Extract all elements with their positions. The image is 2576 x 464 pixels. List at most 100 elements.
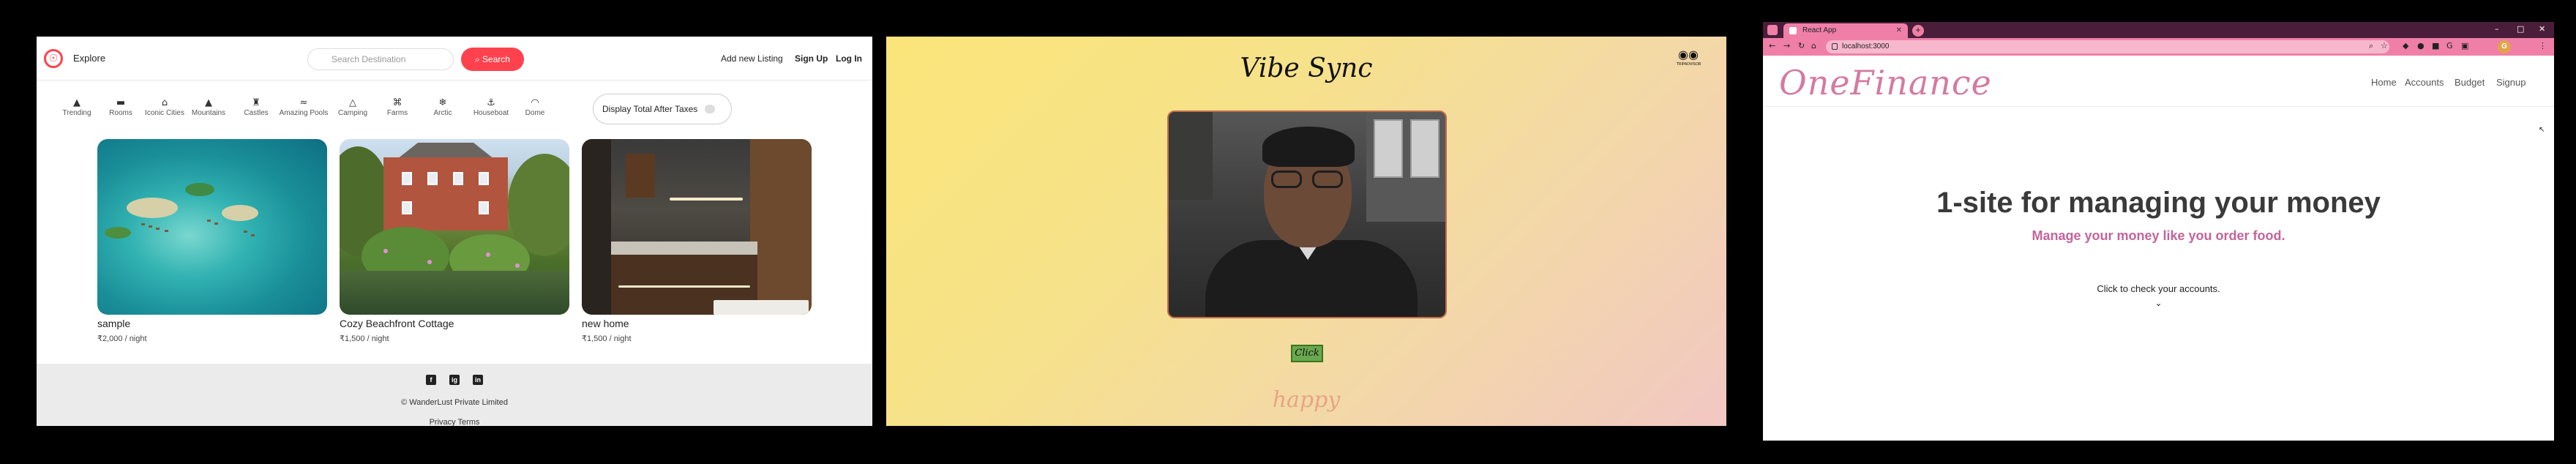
forward-icon[interactable]: → [1783, 41, 1790, 50]
webcam-feed [1167, 111, 1447, 318]
navbar: ☉ Explore Search Destination ⌕ Search Ad… [37, 37, 872, 81]
filter-castles[interactable]: ♜ Castles [231, 97, 282, 117]
listing-title[interactable]: Cozy Beachfront Cottage [340, 318, 569, 329]
filter-label: Arctic [433, 109, 452, 117]
hero-tagline: Manage your money like you order food. [2032, 228, 2285, 243]
filter-label: Houseboat [473, 109, 509, 117]
site-info-icon[interactable] [1832, 43, 1838, 50]
filter-amazing-pools[interactable]: ≈ Amazing Pools [278, 97, 329, 117]
react-favicon-icon [1789, 27, 1797, 34]
instagram-icon[interactable]: ig [449, 375, 460, 385]
compass-logo-icon[interactable]: ☉ [44, 49, 63, 68]
extension-icon[interactable]: ■ [2432, 41, 2439, 50]
browser-tab-bar: React App ✕ + – □ ✕ [1763, 22, 2554, 38]
accounts-cta[interactable]: Click to check your accounts. [1763, 283, 2554, 294]
zoom-icon[interactable]: ⌕ [2369, 41, 2373, 51]
google-icon[interactable]: G [2446, 41, 2453, 50]
filter-label: Farms [386, 109, 408, 117]
listing-image-kitchen[interactable] [582, 139, 812, 315]
menu-dots-icon[interactable]: ⋮ [2539, 41, 2547, 50]
nav-signup[interactable]: Signup [2496, 77, 2526, 88]
listing-card[interactable]: new home ₹1,500 / night [582, 139, 812, 343]
search-button-label: Search [482, 54, 511, 64]
wanderlust-window: ☉ Explore Search Destination ⌕ Search Ad… [37, 37, 872, 426]
filter-label: Trending [62, 109, 91, 117]
site-header: OneFinance Home Accounts Budget Signup [1763, 56, 2554, 107]
copyright-text: © WanderLust Private Limited [401, 398, 508, 407]
reload-icon[interactable]: ↻ [1798, 41, 1805, 50]
add-listing-link[interactable]: Add new Listing [721, 53, 783, 64]
new-tab-icon[interactable]: + [1912, 25, 1924, 37]
hero-headline: 1-site for managing your money [1936, 187, 2381, 219]
extension-icon[interactable]: ● [2417, 41, 2425, 50]
extension-icon[interactable]: ◆ [2403, 41, 2408, 50]
listing-price: ₹2,000 / night [97, 334, 147, 343]
mouse-cursor-icon: ↖ [2539, 126, 2545, 134]
footer: f ig in © WanderLust Private Limited Pri… [37, 364, 872, 426]
close-tab-icon[interactable]: ✕ [1896, 23, 1902, 38]
filter-farms[interactable]: ⌘ Farms [372, 97, 423, 117]
brand-logo[interactable]: OneFinance [1779, 63, 1992, 102]
page-title: Vibe Sync [1240, 53, 1373, 83]
listing-card[interactable]: sample ₹2,000 / night [97, 139, 327, 343]
nav-budget[interactable]: Budget [2455, 77, 2485, 88]
linkedin-icon[interactable]: in [473, 375, 483, 385]
onefinance-browser-window: React App ✕ + – □ ✕ ← → ↻ ⌂ localhost:30… [1763, 22, 2554, 441]
owl-logo-icon: ◉◉ TRIPADVISOR [1677, 48, 1701, 67]
filter-arctic[interactable]: ❄ Arctic [417, 97, 468, 117]
mountain-icon: ▲ [205, 97, 212, 108]
home-icon[interactable]: ⌂ [1811, 41, 1816, 50]
tab-actions-icon[interactable] [1767, 25, 1778, 35]
login-link[interactable]: Log In [836, 53, 862, 64]
filter-mountains[interactable]: ▲ Mountains [183, 97, 234, 117]
filter-camping[interactable]: △ Camping [327, 97, 378, 117]
facebook-icon[interactable]: f [426, 375, 436, 385]
url-text: localhost:3000 [1842, 42, 1890, 50]
listing-image-island-resort[interactable] [97, 139, 327, 315]
search-button[interactable]: ⌕ Search [461, 48, 524, 71]
filter-label: Castles [244, 109, 269, 117]
footer-links[interactable]: Privacy Terms [37, 418, 872, 426]
camping-icon: △ [349, 97, 356, 108]
browser-toolbar: ← → ↻ ⌂ localhost:3000 ⌕ ☆ ◆ ● ■ G ▣ G ⋮ [1763, 38, 2554, 56]
search-input[interactable]: Search Destination [307, 48, 454, 70]
search-icon: ⌕ [474, 54, 483, 64]
minimize-icon[interactable]: – [2495, 24, 2499, 34]
browser-tab[interactable]: React App ✕ [1783, 23, 1908, 38]
listing-title[interactable]: sample [97, 318, 327, 329]
filter-label: Mountains [191, 109, 226, 117]
tax-toggle[interactable]: Display Total After Taxes [593, 94, 732, 124]
filter-bar: ▲ Trending ▬ Rooms ⌂ Iconic Cities ▲ Mountai… [37, 91, 872, 128]
bookmark-star-icon[interactable]: ☆ [2381, 41, 2388, 50]
puzzle-icon[interactable]: ▣ [2461, 41, 2468, 50]
dome-icon: ◠ [531, 97, 539, 108]
mood-result: happy [1272, 387, 1341, 413]
nav-home[interactable]: Home [2371, 77, 2397, 88]
click-button[interactable]: Click [1291, 345, 1323, 362]
castle-icon: ♜ [252, 97, 261, 108]
filter-label: Iconic Cities [145, 109, 184, 117]
filter-label: Camping [337, 109, 368, 117]
profile-avatar[interactable]: G [2498, 40, 2511, 53]
filter-label: Dome [525, 109, 545, 117]
logo-caption: TRIPADVISOR [1677, 62, 1701, 67]
snowflake-icon: ❄ [438, 97, 447, 108]
tax-toggle-label: Display Total After Taxes [602, 104, 698, 114]
signup-link[interactable]: Sign Up [795, 53, 828, 64]
close-window-icon[interactable]: ✕ [2539, 24, 2545, 34]
toggle-switch[interactable] [705, 105, 715, 113]
pool-icon: ≈ [299, 97, 308, 108]
listing-title[interactable]: new home [582, 318, 812, 329]
listing-image-cottage[interactable] [340, 139, 569, 315]
filter-dome[interactable]: ◠ Dome [509, 97, 561, 117]
double-chevron-down-icon[interactable]: ⌄ [1763, 298, 2554, 308]
maximize-icon[interactable]: □ [2517, 24, 2524, 34]
farm-icon: ⌘ [392, 97, 402, 108]
nav-accounts[interactable]: Accounts [2405, 77, 2444, 88]
listing-price: ₹1,500 / night [340, 334, 389, 343]
filter-label: Amazing Pools [279, 109, 329, 117]
back-icon[interactable]: ← [1769, 41, 1775, 50]
address-bar[interactable]: localhost:3000 [1826, 40, 2389, 53]
nav-explore-link[interactable]: Explore [73, 53, 105, 64]
listing-card[interactable]: Cozy Beachfront Cottage ₹1,500 / night [340, 139, 569, 343]
